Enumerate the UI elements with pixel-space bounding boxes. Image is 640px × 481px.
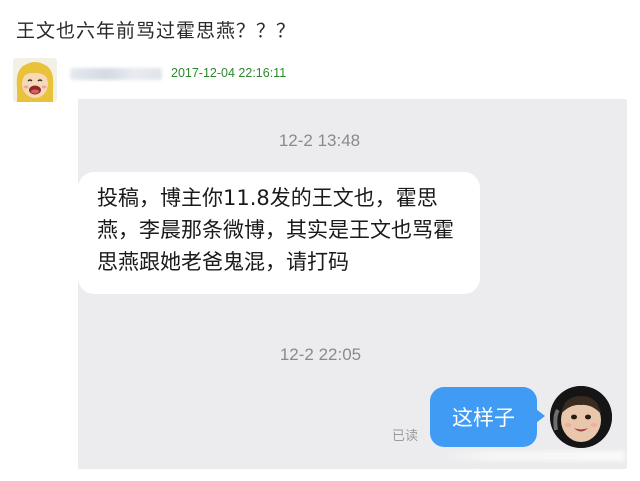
message-time: 12-2 22:05 [279, 345, 362, 364]
chat-screenshot: 12-2 13:48 投稿，博主你11.8发的王文也，霍思燕，李晨那条微博，其实… [78, 99, 627, 469]
read-status: 已读 [392, 429, 419, 444]
outgoing-message-bubble[interactable]: 这样子 [430, 387, 545, 447]
post-title: 王文也六年前骂过霍思燕？？？ [16, 20, 297, 42]
watermark-redacted [438, 451, 624, 461]
outgoing-message-text: 这样子 [452, 406, 515, 430]
post-timestamp: 2017-12-04 22:16:11 [171, 66, 287, 80]
incoming-message-bubble[interactable]: 投稿，博主你11.8发的王文也，霍思燕，李晨那条微博，其实是王文也骂霍思燕跟她老… [78, 172, 480, 294]
my-avatar-icon[interactable] [550, 386, 612, 448]
poster-avatar-icon[interactable] [13, 58, 57, 102]
username-redacted[interactable] [70, 68, 162, 80]
message-time: 12-2 13:48 [278, 131, 361, 150]
incoming-message-text: 投稿，博主你11.8发的王文也，霍思燕，李晨那条微博，其实是王文也骂霍思燕跟她老… [97, 186, 454, 274]
